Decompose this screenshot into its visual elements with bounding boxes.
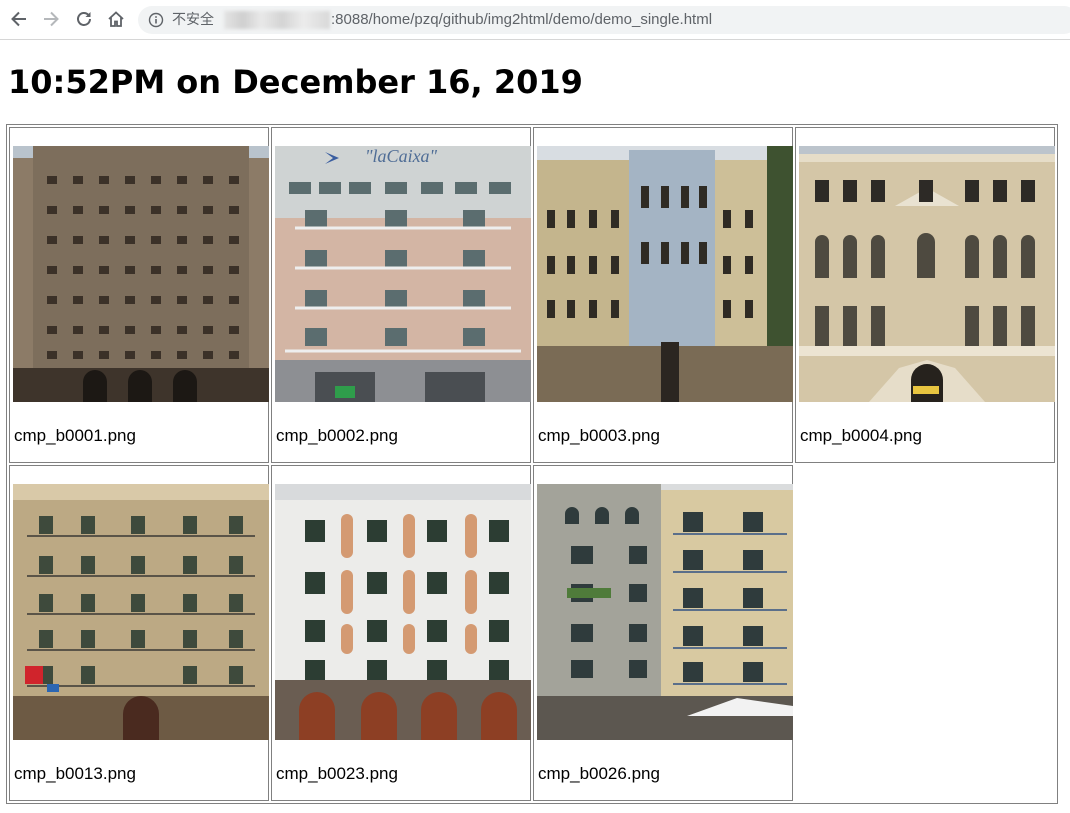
home-button[interactable] (103, 6, 129, 32)
gallery-cell: cmp_b0026.png (533, 465, 793, 801)
browser-toolbar: 不安全 :8088/home/pzq/github/img2html/demo/… (0, 0, 1070, 40)
back-arrow-icon (11, 11, 26, 27)
gallery-cell: cmp_b0001.png (9, 127, 269, 463)
gallery-row: cmp_b0001.png "laCaixa" cmp_b0002.png cm… (8, 126, 1056, 464)
gallery-cell: cmp_b0003.png (533, 127, 793, 463)
gallery-cell: "laCaixa" cmp_b0002.png (271, 127, 531, 463)
image-caption: cmp_b0026.png (538, 764, 660, 783)
image-caption: cmp_b0004.png (800, 426, 922, 445)
reload-button[interactable] (71, 6, 97, 32)
building-photo-thumbnail (13, 484, 269, 740)
security-label[interactable]: 不安全 (172, 12, 214, 28)
home-icon (108, 11, 124, 27)
image-caption: cmp_b0013.png (14, 764, 136, 783)
info-icon[interactable] (148, 12, 164, 28)
gallery-cell: cmp_b0013.png (9, 465, 269, 801)
image-caption: cmp_b0001.png (14, 426, 136, 445)
building-photo-thumbnail (13, 146, 269, 402)
reload-icon (77, 12, 91, 26)
back-button[interactable] (6, 6, 32, 32)
url-text[interactable]: :8088/home/pzq/github/img2html/demo/demo… (331, 12, 712, 28)
building-photo-thumbnail: "laCaixa" (275, 146, 531, 402)
address-bar[interactable]: 不安全 :8088/home/pzq/github/img2html/demo/… (138, 6, 1070, 34)
forward-arrow-icon (44, 11, 59, 27)
forward-button[interactable] (38, 6, 64, 32)
building-photo-thumbnail (799, 146, 1055, 402)
svg-text:"laCaixa": "laCaixa" (365, 146, 438, 166)
gallery-row: cmp_b0013.png cmp_b0023.png cmp_b0026.pn… (8, 464, 1056, 802)
page-title: 10:52PM on December 16, 2019 (8, 63, 583, 101)
gallery-cell: cmp_b0023.png (271, 465, 531, 801)
building-photo-thumbnail (275, 484, 531, 740)
image-caption: cmp_b0003.png (538, 426, 660, 445)
redacted-host (224, 11, 330, 29)
building-photo-thumbnail (537, 146, 793, 402)
image-gallery-table: cmp_b0001.png "laCaixa" cmp_b0002.png cm… (6, 124, 1058, 804)
image-caption: cmp_b0002.png (276, 426, 398, 445)
gallery-cell: cmp_b0004.png (795, 127, 1055, 463)
building-photo-thumbnail (537, 484, 793, 740)
image-caption: cmp_b0023.png (276, 764, 398, 783)
